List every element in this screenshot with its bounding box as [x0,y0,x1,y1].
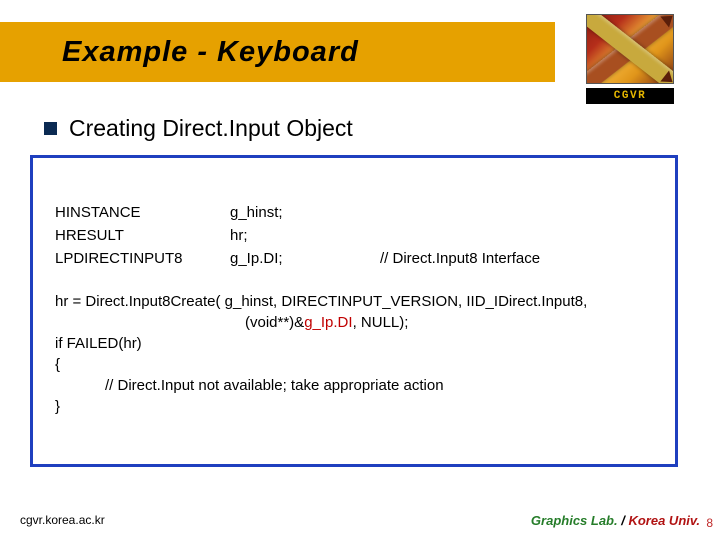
footer-lab: Graphics Lab. [531,513,618,528]
decl-comment [380,202,653,223]
code-highlight: g_Ip.DI [304,314,352,331]
heading-row: Creating Direct.Input Object [44,115,353,142]
declaration-grid: HINSTANCE g_hinst; HRESULT hr; LPDIRECTI… [55,202,653,269]
code-line: hr = Direct.Input8Create( g_hinst, DIREC… [55,291,653,312]
slide-title: Example - Keyboard [62,36,359,69]
square-bullet-icon [44,122,57,135]
decl-type: HRESULT [55,225,230,246]
decl-comment [380,225,653,246]
code-line: (void**)&g_Ip.DI, NULL); [55,312,653,333]
cgvr-badge: CGVR [586,88,674,104]
code-line: if FAILED(hr) [55,333,653,354]
decl-type: LPDIRECTINPUT8 [55,248,230,269]
code-line: } [55,396,653,417]
title-bar: Example - Keyboard [0,22,555,82]
code-block: HINSTANCE g_hinst; HRESULT hr; LPDIRECTI… [30,155,678,467]
decl-comment: // Direct.Input8 Interface [380,248,653,269]
decl-var: g_hinst; [230,202,380,223]
code-line: // Direct.Input not available; take appr… [55,375,653,396]
code-line: { [55,354,653,375]
code-frag: (void**)& [245,314,304,331]
heading-text: Creating Direct.Input Object [69,115,353,142]
code-frag: , NULL); [353,314,409,331]
footer-sep: / [618,513,629,528]
footer: cgvr.korea.ac.kr Graphics Lab. / Korea U… [20,511,700,529]
footer-univ: Korea Univ. [628,513,700,528]
footer-credits: Graphics Lab. / Korea Univ. [531,513,700,528]
x-logo-icon [586,14,674,84]
decl-var: hr; [230,225,380,246]
footer-url: cgvr.korea.ac.kr [20,513,105,527]
page-number: 8 [706,516,713,530]
decl-type: HINSTANCE [55,202,230,223]
decl-var: g_Ip.DI; [230,248,380,269]
